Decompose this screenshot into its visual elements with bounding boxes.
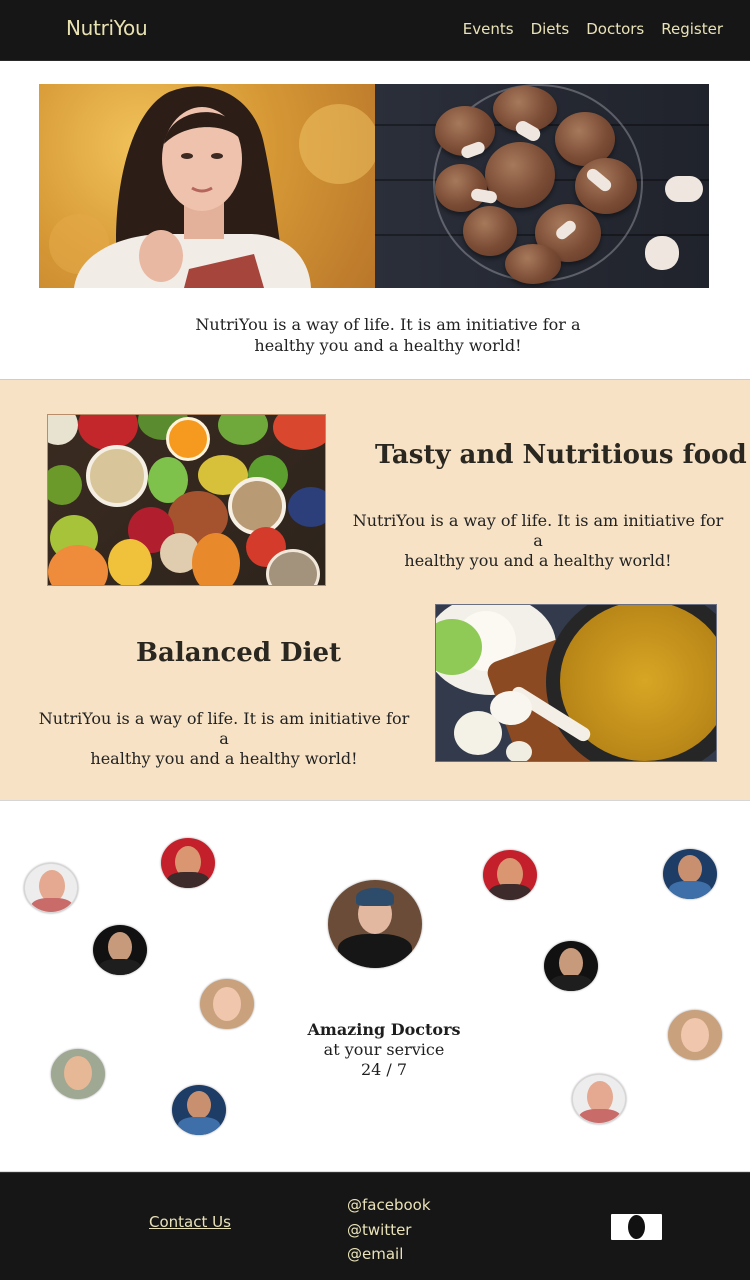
doctor-avatar[interactable] xyxy=(161,838,215,888)
facebook-link[interactable]: @facebook xyxy=(347,1193,431,1218)
footer: Contact Us @facebook @twitter @email xyxy=(0,1172,750,1280)
doctor-avatar[interactable] xyxy=(172,1085,226,1135)
doctor-avatar[interactable] xyxy=(663,849,717,899)
doctors-section: Amazing Doctors at your service 24 / 7 xyxy=(0,802,750,1172)
footer-logo-icon xyxy=(611,1214,662,1240)
woman-illustration xyxy=(49,86,375,288)
brand-logo[interactable]: NutriYou xyxy=(66,16,148,40)
hero-caption-line-1: NutriYou is a way of life. It is am init… xyxy=(195,315,581,334)
hero-caption: NutriYou is a way of life. It is am init… xyxy=(0,314,750,356)
doctors-hours: 24 / 7 xyxy=(360,1060,408,1079)
doctor-avatar[interactable] xyxy=(668,1010,722,1060)
doctor-avatar[interactable] xyxy=(93,925,147,975)
doctor-avatar[interactable] xyxy=(24,863,78,913)
navbar: NutriYou Events Diets Doctors Register xyxy=(0,0,750,61)
doctors-caption: Amazing Doctors at your service 24 / 7 xyxy=(296,1020,472,1080)
feature-text-tasty-line-1: NutriYou is a way of life. It is am init… xyxy=(352,511,724,550)
doctor-avatar[interactable] xyxy=(544,941,598,991)
contact-us-link[interactable]: Contact Us xyxy=(149,1213,231,1231)
doctors-subtitle: at your service xyxy=(323,1040,445,1059)
nav-links: Events Diets Doctors Register xyxy=(463,20,723,38)
nav-link-events[interactable]: Events xyxy=(463,20,514,38)
features-section: Tasty and Nutritious food NutriYou is a … xyxy=(0,379,750,801)
feature-text-balanced-line-1: NutriYou is a way of life. It is am init… xyxy=(38,709,410,748)
doctors-title: Amazing Doctors xyxy=(307,1020,461,1039)
email-link[interactable]: @email xyxy=(347,1242,431,1267)
feature-text-tasty-line-2: healthy you and a healthy world! xyxy=(404,551,672,570)
doctor-avatar[interactable] xyxy=(483,850,537,900)
balanced-diet-photo xyxy=(435,604,717,762)
doctor-avatar[interactable] xyxy=(572,1074,626,1124)
hero-mushrooms-photo xyxy=(375,84,709,288)
feature-text-balanced: NutriYou is a way of life. It is am init… xyxy=(32,709,416,769)
hero-woman-photo xyxy=(39,84,375,288)
featured-doctor-avatar[interactable] xyxy=(328,880,422,968)
twitter-link[interactable]: @twitter xyxy=(347,1218,431,1243)
nav-link-doctors[interactable]: Doctors xyxy=(586,20,644,38)
hero-banner xyxy=(39,84,709,288)
feature-text-tasty: NutriYou is a way of life. It is am init… xyxy=(346,511,730,571)
social-links: @facebook @twitter @email xyxy=(347,1193,431,1267)
food-photo xyxy=(47,414,326,586)
feature-title-balanced: Balanced Diet xyxy=(136,638,342,668)
feature-text-balanced-line-2: healthy you and a healthy world! xyxy=(90,749,358,768)
nav-link-diets[interactable]: Diets xyxy=(531,20,570,38)
hero-caption-line-2: healthy you and a healthy world! xyxy=(254,336,522,355)
doctor-avatar[interactable] xyxy=(51,1049,105,1099)
doctor-avatar[interactable] xyxy=(200,979,254,1029)
nav-link-register[interactable]: Register xyxy=(661,20,723,38)
feature-title-tasty: Tasty and Nutritious food xyxy=(375,440,747,470)
